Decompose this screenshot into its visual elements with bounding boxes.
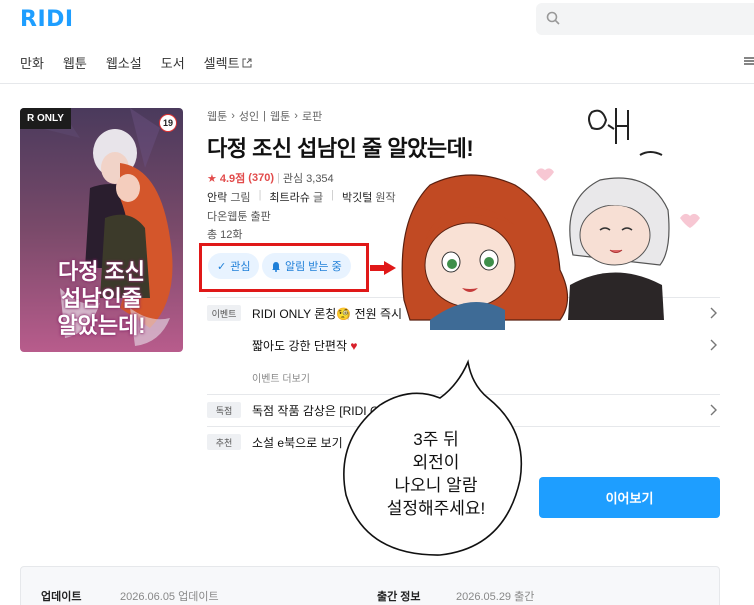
- breadcrumb-item[interactable]: 로판: [302, 108, 322, 124]
- update-label: 업데이트: [41, 591, 82, 603]
- hamburger-menu-icon[interactable]: [744, 56, 754, 66]
- publish-label: 출간 정보: [377, 591, 421, 603]
- event-row[interactable]: 짧아도 강한 단편작 ♥: [207, 330, 720, 360]
- info-card: 업데이트 2026.06.05 업데이트 출간 정보 2026.05.29 출간: [20, 566, 720, 605]
- rating-count[interactable]: (370): [248, 172, 274, 184]
- breadcrumb: 웹툰 › 성인 | 웹툰 › 로판: [207, 108, 322, 124]
- author-item[interactable]: 안락 그림: [207, 189, 251, 205]
- nav-item-select-label: 셀렉트: [203, 56, 240, 71]
- event-list: 이벤트 RIDI ONLY 론칭🧐 전원 즉시 짧아도 강한 단편작 ♥ 이벤트…: [207, 297, 720, 450]
- bubble-line: 3주 뒤: [413, 430, 459, 449]
- rating-score: 4.9점: [219, 173, 246, 185]
- chevron-right-icon: [710, 339, 717, 351]
- cover-title-text: 다정 조신 섭남인줄 알았는데!: [20, 258, 183, 339]
- rating-row: ★ 4.9점 (370) | 관심 3,354: [207, 170, 334, 186]
- event-tag: 추천: [207, 434, 241, 450]
- cover-title-line: 다정 조신: [57, 259, 146, 284]
- check-icon: ✓: [217, 260, 227, 273]
- main-nav: 만화 웹툰 웹소설 도서 셀렉트: [20, 53, 252, 72]
- book-cover[interactable]: R ONLY 19 다정 조신 섭남인줄 알았는데!: [20, 108, 183, 352]
- nav-item-books[interactable]: 도서: [161, 53, 185, 72]
- nav-item-webtoon[interactable]: 웹툰: [63, 53, 87, 72]
- nav-item-select[interactable]: 셀렉트: [204, 53, 252, 72]
- search-icon: [546, 11, 560, 25]
- chevron-right-icon: [710, 404, 717, 416]
- breadcrumb-item[interactable]: 웹툰: [207, 108, 227, 124]
- top-header: RIDI 만화 웹툰 웹소설 도서 셀렉트: [0, 0, 754, 84]
- separator: |: [258, 189, 262, 201]
- watch-button[interactable]: ✓ 관심: [208, 253, 260, 279]
- chevron-right-icon: [710, 307, 717, 319]
- separator: |: [276, 172, 280, 184]
- event-tag: 독점: [207, 402, 241, 418]
- search-input[interactable]: [536, 3, 754, 35]
- cover-title-line: 알았는데!: [57, 313, 146, 338]
- arrow-right-icon: [370, 261, 396, 275]
- breadcrumb-item[interactable]: 성인: [239, 108, 259, 124]
- breadcrumb-separator: |: [263, 110, 267, 122]
- book-title: 다정 조신 섭남인 줄 알았는데!: [207, 136, 474, 161]
- alarm-label: 알림 받는 중: [285, 261, 342, 273]
- update-value: 2026.06.05 업데이트: [120, 591, 219, 603]
- chevron-right-icon: ›: [231, 110, 235, 122]
- interest-count: 관심 3,354: [282, 173, 334, 185]
- event-text: 짧아도 강한 단편작 ♥: [252, 338, 358, 353]
- breadcrumb-item[interactable]: 웹툰: [270, 108, 290, 124]
- bubble-line: 나오니 알람: [394, 476, 478, 495]
- event-text: 독점 작품 감상은 [RIDI O: [252, 403, 380, 418]
- watch-label: 관심: [230, 261, 251, 273]
- speech-bubble-text: 3주 뒤 외전이 나오니 알람 설정해주세요!: [376, 428, 496, 520]
- ridi-logo[interactable]: RIDI: [20, 7, 74, 32]
- continue-reading-button[interactable]: 이어보기: [539, 477, 720, 518]
- r-only-badge: R ONLY: [20, 108, 71, 129]
- event-text: 소설 e북으로 보기: [252, 435, 343, 450]
- publish-value: 2026.05.29 출간: [456, 591, 535, 603]
- publisher[interactable]: 다온웹툰 출판: [207, 208, 271, 224]
- separator: |: [331, 189, 334, 201]
- age-rating-badge: 19: [159, 114, 177, 132]
- chevron-right-icon: ›: [294, 110, 298, 122]
- event-tag: 이벤트: [207, 305, 241, 321]
- author-item[interactable]: 박깃털 원작: [342, 189, 396, 205]
- author-list: 안락 그림 | 최트라슈 글 | 박깃털 원작: [207, 189, 396, 205]
- alarm-button[interactable]: 알림 받는 중: [262, 253, 351, 279]
- heart-icon: ♥: [350, 338, 358, 353]
- events-more-link[interactable]: 이벤트 더보기: [252, 370, 310, 385]
- author-item[interactable]: 최트라슈 글: [269, 189, 323, 205]
- star-icon: ★: [207, 172, 217, 185]
- nav-item-webnovel[interactable]: 웹소설: [106, 53, 142, 72]
- event-text: RIDI ONLY 론칭🧐 전원 즉시: [252, 306, 403, 321]
- bell-icon: [272, 261, 280, 272]
- bubble-line: 설정해주세요!: [386, 499, 486, 518]
- nav-item-manhwa[interactable]: 만화: [20, 53, 44, 72]
- episode-count: 총 12화: [207, 229, 243, 241]
- external-link-icon: [242, 58, 252, 67]
- bubble-line: 외전이: [412, 453, 460, 472]
- event-row[interactable]: 이벤트 RIDI ONLY 론칭🧐 전원 즉시: [207, 298, 720, 328]
- event-row[interactable]: 독점 독점 작품 감상은 [RIDI O: [207, 395, 720, 425]
- cover-title-line: 섭남인줄: [61, 286, 142, 311]
